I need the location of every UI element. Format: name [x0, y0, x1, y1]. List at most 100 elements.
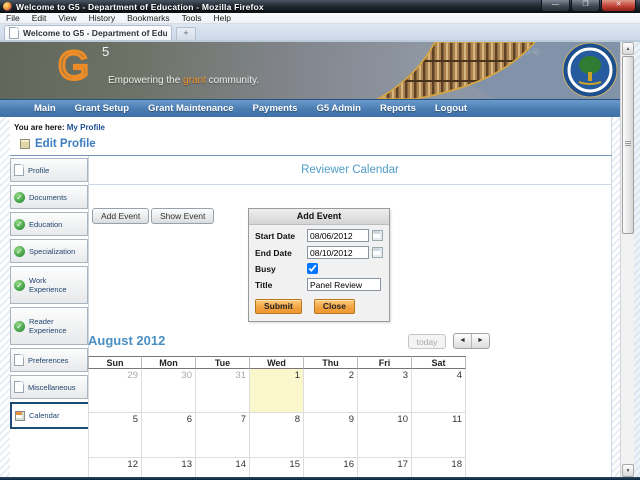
- check-circle-icon: ✓: [14, 245, 25, 257]
- start-date-label: Start Date: [255, 230, 296, 241]
- calendar-day-cell[interactable]: 12: [88, 458, 142, 477]
- nav-payments[interactable]: Payments: [253, 103, 298, 114]
- calendar-grid: Sun Mon Tue Wed Thu Fri Sat 29 30 31 1 2…: [88, 356, 468, 477]
- close-button[interactable]: ✕: [601, 0, 636, 12]
- check-circle-icon: ✓: [14, 320, 25, 332]
- vertical-scrollbar[interactable]: ▲ ▼: [620, 42, 634, 477]
- window-right-frame: [634, 42, 640, 480]
- banner-artwork: π(x)∫(x·θ): [376, 42, 640, 99]
- calendar-day-cell[interactable]: 31: [196, 369, 250, 413]
- window-title: Welcome to G5 - Department of Education …: [16, 1, 264, 12]
- next-month-icon[interactable]: ►: [472, 334, 489, 348]
- datepicker-icon[interactable]: [372, 230, 383, 241]
- sidebar-item-miscellaneous[interactable]: Miscellaneous: [10, 375, 88, 399]
- add-event-button[interactable]: Add Event: [92, 208, 150, 224]
- maximize-button[interactable]: ❐: [571, 0, 600, 12]
- page-icon: [14, 381, 24, 393]
- department-of-education-seal: [562, 42, 618, 98]
- calendar-day-cell[interactable]: 14: [196, 458, 250, 477]
- check-circle-icon: ✓: [14, 218, 25, 230]
- tab-title: Welcome to G5 - Department of Edu...: [23, 28, 167, 38]
- calendar-day-cell[interactable]: 17: [358, 458, 412, 477]
- minimize-button[interactable]: —: [541, 0, 570, 12]
- day-header-fri: Fri: [358, 356, 412, 369]
- calendar-day-cell[interactable]: 10: [358, 413, 412, 458]
- calendar-day-cell[interactable]: 29: [88, 369, 142, 413]
- browser-tab[interactable]: Welcome to G5 - Department of Edu...: [4, 25, 172, 40]
- submit-button[interactable]: Submit: [255, 299, 302, 314]
- firefox-icon: [3, 2, 12, 11]
- day-header-mon: Mon: [142, 356, 196, 369]
- page-heading: Edit Profile: [20, 138, 96, 150]
- sidebar-item-documents[interactable]: ✓ Documents: [10, 185, 88, 209]
- menu-edit[interactable]: Edit: [26, 13, 53, 23]
- nav-logout[interactable]: Logout: [435, 103, 467, 114]
- close-dialog-button[interactable]: Close: [313, 299, 355, 314]
- scrollbar-thumb[interactable]: [622, 56, 634, 234]
- sidebar-item-preferences[interactable]: Preferences: [10, 348, 88, 372]
- menu-help[interactable]: Help: [207, 13, 236, 23]
- calendar-day-cell[interactable]: 9: [304, 413, 358, 458]
- page-icon: [14, 164, 24, 176]
- busy-label: Busy: [255, 263, 276, 274]
- calendar-day-cell[interactable]: 30: [142, 369, 196, 413]
- datepicker-icon[interactable]: [372, 247, 383, 258]
- check-circle-icon: ✓: [14, 279, 25, 291]
- add-event-dialog: Add Event Start Date End Date Busy Title…: [248, 208, 390, 322]
- show-event-button[interactable]: Show Event: [151, 208, 215, 224]
- page-title: Edit Profile: [35, 138, 96, 150]
- g5-banner: π(x)∫(x·θ) G 5 Empowering the grant comm…: [0, 42, 640, 99]
- banner-tagline: Empowering the grant community.: [108, 75, 260, 86]
- calendar-day-cell[interactable]: 15: [250, 458, 304, 477]
- nav-reports[interactable]: Reports: [380, 103, 416, 114]
- browser-window: Welcome to G5 - Department of Education …: [0, 0, 640, 480]
- calendar-day-cell-today[interactable]: 1: [250, 369, 304, 413]
- menu-tools[interactable]: Tools: [176, 13, 208, 23]
- end-date-label: End Date: [255, 247, 292, 258]
- day-header-sun: Sun: [88, 356, 142, 369]
- menu-file[interactable]: File: [0, 13, 26, 23]
- calendar-day-cell[interactable]: 5: [88, 413, 142, 458]
- tab-bar: Welcome to G5 - Department of Edu... +: [0, 24, 640, 41]
- title-label: Title: [255, 279, 273, 290]
- event-title-input[interactable]: [307, 278, 381, 291]
- calendar-day-cell[interactable]: 18: [412, 458, 466, 477]
- calendar-month-title: August 2012: [88, 333, 166, 348]
- sidebar-item-education[interactable]: ✓ Education: [10, 212, 88, 236]
- menu-history[interactable]: History: [83, 13, 121, 23]
- calendar-day-cell[interactable]: 8: [250, 413, 304, 458]
- start-date-input[interactable]: [307, 229, 369, 242]
- calendar-nav-arrows: ◄ ►: [453, 333, 490, 349]
- sidebar-item-profile[interactable]: Profile: [10, 158, 88, 182]
- today-button[interactable]: today: [408, 334, 446, 349]
- prev-month-icon[interactable]: ◄: [454, 334, 472, 348]
- scroll-up-icon[interactable]: ▲: [622, 42, 634, 55]
- calendar-day-cell[interactable]: 2: [304, 369, 358, 413]
- calendar-day-cell[interactable]: 11: [412, 413, 466, 458]
- nav-main[interactable]: Main: [34, 103, 56, 114]
- calendar-day-cell[interactable]: 3: [358, 369, 412, 413]
- scroll-down-icon[interactable]: ▼: [622, 464, 634, 477]
- menu-bookmarks[interactable]: Bookmarks: [121, 13, 176, 23]
- calendar-day-cell[interactable]: 4: [412, 369, 466, 413]
- breadcrumb-my-profile[interactable]: My Profile: [67, 123, 105, 132]
- breadcrumb: You are here: My Profile: [14, 123, 105, 132]
- sidebar-item-calendar[interactable]: Calendar: [10, 402, 90, 429]
- g5-logo: G 5: [56, 44, 110, 88]
- busy-checkbox[interactable]: [307, 263, 318, 274]
- main-navigation: Main Grant Setup Grant Maintenance Payme…: [0, 99, 640, 117]
- nav-grant-setup[interactable]: Grant Setup: [75, 103, 129, 114]
- end-date-input[interactable]: [307, 246, 369, 259]
- sidebar-item-work-experience[interactable]: ✓ Work Experience: [10, 266, 88, 304]
- sidebar-item-reader-experience[interactable]: ✓ Reader Experience: [10, 307, 88, 345]
- calendar-day-cell[interactable]: 7: [196, 413, 250, 458]
- calendar-day-cell[interactable]: 16: [304, 458, 358, 477]
- nav-grant-maintenance[interactable]: Grant Maintenance: [148, 103, 234, 114]
- sidebar-item-specialization[interactable]: ✓ Specialization: [10, 239, 88, 263]
- nav-g5-admin[interactable]: G5 Admin: [316, 103, 361, 114]
- calendar-day-cell[interactable]: 13: [142, 458, 196, 477]
- new-tab-button[interactable]: +: [176, 27, 196, 41]
- calendar-day-cell[interactable]: 6: [142, 413, 196, 458]
- menu-view[interactable]: View: [52, 13, 82, 23]
- page-icon: [14, 354, 24, 366]
